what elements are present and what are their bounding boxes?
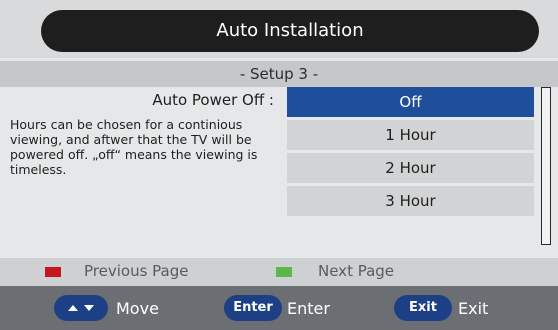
option-scrollbar[interactable]	[541, 87, 551, 245]
previous-page-button[interactable]: Previous Page	[84, 262, 188, 280]
enter-label: Enter	[287, 299, 330, 318]
option-off[interactable]: Off	[287, 87, 534, 117]
option-2-hour[interactable]: 2 Hour	[287, 153, 534, 183]
move-label: Move	[116, 299, 159, 318]
red-key-icon	[45, 267, 61, 277]
option-list: Off 1 Hour 2 Hour 3 Hour	[287, 87, 534, 219]
setting-description: Hours can be chosen for a continious vie…	[10, 117, 258, 177]
setup-step-title: - Setup 3 -	[0, 61, 558, 87]
option-1-hour[interactable]: 1 Hour	[287, 120, 534, 150]
page-navigation-bar: Previous Page Next Page	[0, 258, 558, 286]
exit-key-button[interactable]: Exit	[394, 295, 452, 321]
up-arrow-icon	[68, 304, 78, 311]
key-help-bar: Move Enter Enter Exit Exit	[0, 286, 558, 330]
enter-key-button[interactable]: Enter	[224, 295, 282, 321]
next-page-button[interactable]: Next Page	[318, 262, 394, 280]
settings-panel: Auto Power Off : Hours can be chosen for…	[0, 87, 558, 254]
exit-label: Exit	[458, 299, 489, 318]
window-title: Auto Installation	[41, 10, 539, 52]
move-key-button[interactable]	[54, 295, 108, 321]
down-arrow-icon	[84, 304, 94, 311]
header-band: Auto Installation	[0, 0, 558, 58]
installation-screen: Auto Installation - Setup 3 - Auto Power…	[0, 0, 558, 330]
option-3-hour[interactable]: 3 Hour	[287, 186, 534, 216]
green-key-icon	[276, 267, 292, 277]
auto-power-off-label: Auto Power Off :	[152, 91, 274, 109]
